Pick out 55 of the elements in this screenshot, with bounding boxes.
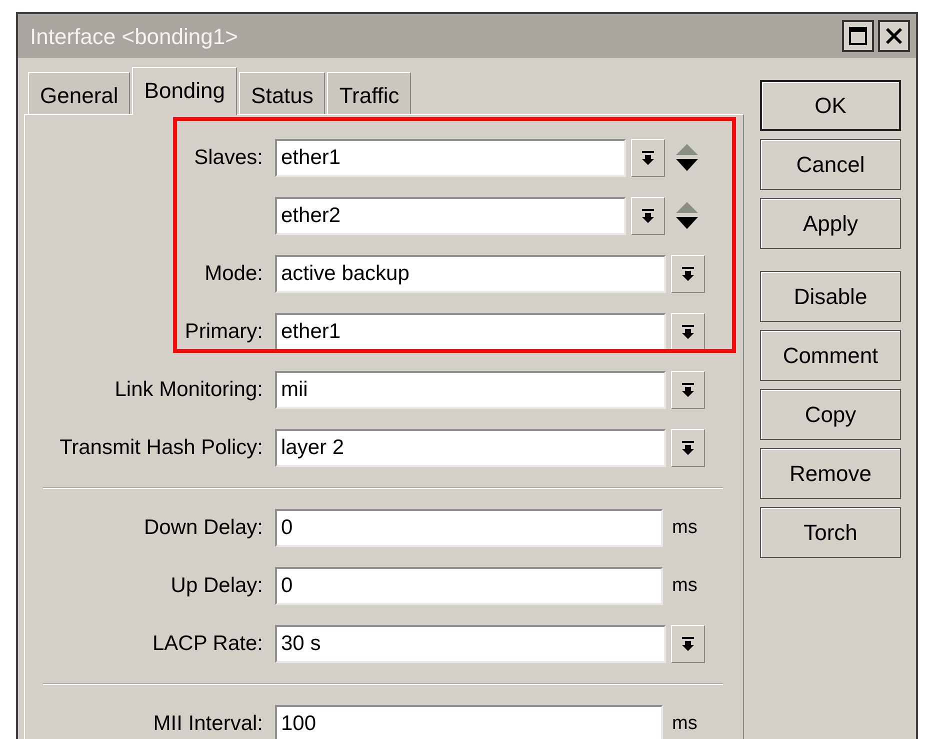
input-field[interactable]: 0: [275, 567, 663, 605]
input-field[interactable]: active backup: [275, 255, 666, 293]
dropdown-button[interactable]: [671, 625, 705, 663]
dropdown-arrow-icon: [681, 382, 695, 398]
dropdown-button[interactable]: [671, 371, 705, 409]
tab[interactable]: Traffic: [327, 72, 412, 114]
unit-label: ms: [672, 574, 698, 598]
input-field[interactable]: ether1: [275, 313, 666, 351]
field-label: MII Interval:: [152, 711, 264, 738]
dropdown-arrow-icon: [681, 636, 695, 652]
dialog-button[interactable]: Disable: [760, 271, 901, 322]
tab[interactable]: General: [28, 72, 130, 114]
dropdown-arrow-icon: [681, 266, 695, 282]
field-label: Transmit Hash Policy:: [58, 435, 264, 462]
reorder-arrows-icon[interactable]: [675, 201, 699, 231]
dropdown-button[interactable]: [671, 313, 705, 351]
input-field[interactable]: 30 s: [275, 625, 666, 663]
dialog-button[interactable]: Comment: [760, 330, 901, 381]
field-label: Down Delay:: [142, 515, 264, 542]
field-label: Primary:: [184, 319, 264, 346]
input-field[interactable]: 0: [275, 509, 663, 547]
field-label: Slaves:: [193, 145, 264, 172]
input-field[interactable]: layer 2: [275, 429, 666, 467]
dropdown-arrow-icon: [641, 150, 655, 166]
input-field[interactable]: mii: [275, 371, 666, 409]
input-field[interactable]: ether2: [275, 197, 626, 235]
unit-label: ms: [672, 712, 698, 736]
close-icon: [884, 26, 904, 46]
input-field[interactable]: ether1: [275, 139, 626, 177]
tab[interactable]: Status: [239, 72, 326, 114]
reorder-arrows-icon[interactable]: [675, 143, 699, 173]
unit-label: ms: [672, 516, 698, 540]
dialog-button[interactable]: Copy: [760, 389, 901, 440]
input-field[interactable]: 100: [275, 705, 663, 739]
field-label: LACP Rate:: [151, 631, 264, 658]
dropdown-button[interactable]: [631, 197, 665, 235]
tab[interactable]: Bonding: [132, 67, 238, 115]
dialog-button[interactable]: OK: [760, 80, 901, 131]
dropdown-button[interactable]: [631, 139, 665, 177]
maximize-icon: [848, 26, 868, 46]
dialog-button[interactable]: Cancel: [760, 139, 901, 190]
window-title: Interface <bonding1>: [30, 22, 239, 51]
dropdown-button[interactable]: [671, 255, 705, 293]
dropdown-arrow-icon: [681, 440, 695, 456]
dialog-button[interactable]: Remove: [760, 448, 901, 499]
field-label: Up Delay:: [170, 573, 264, 600]
dialog-button[interactable]: Apply: [760, 198, 901, 249]
field-label: Link Monitoring:: [114, 377, 264, 404]
dropdown-arrow-icon: [681, 324, 695, 340]
dialog-button[interactable]: Torch: [760, 507, 901, 558]
close-button[interactable]: [878, 20, 910, 52]
dropdown-arrow-icon: [641, 208, 655, 224]
maximize-button[interactable]: [842, 20, 874, 52]
dropdown-button[interactable]: [671, 429, 705, 467]
field-label: Mode:: [204, 261, 264, 288]
